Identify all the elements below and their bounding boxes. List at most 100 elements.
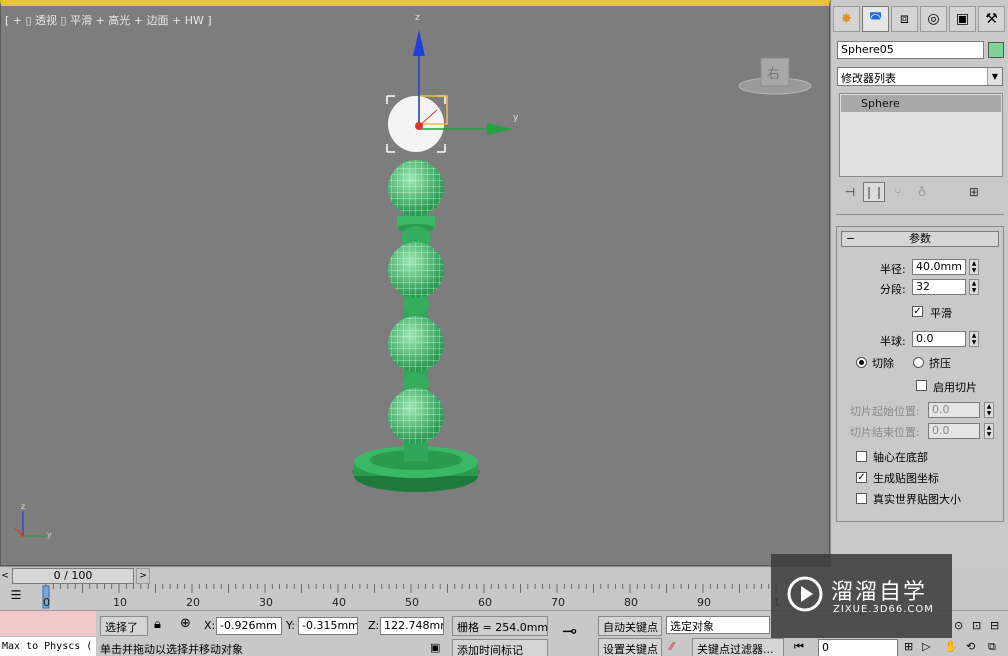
sphere-2[interactable] xyxy=(388,242,444,298)
gen-map-coords-checkbox[interactable]: ✓ xyxy=(856,472,867,483)
axis-tripod: z y x xyxy=(14,502,52,539)
hierarchy-icon[interactable]: ⧈ xyxy=(891,6,918,32)
hemisphere-spinner[interactable]: ▲ ▼ xyxy=(969,331,979,347)
frame-ruler[interactable]: 01020304050607080901 xyxy=(40,584,820,610)
time-slider-thumb[interactable]: 0 / 100 xyxy=(12,568,134,584)
command-panel-tabs: ✸ ◚ ⧈ ◎ ▣ ⚒ xyxy=(833,6,1008,32)
chevron-down-icon: ▼ xyxy=(987,68,1002,85)
segments-spinner[interactable]: ▲ ▼ xyxy=(969,279,979,295)
gizmo-z-label: z xyxy=(415,13,420,23)
motion-icon[interactable]: ◎ xyxy=(920,6,947,32)
selection-status: 选择了 xyxy=(100,616,148,636)
make-unique-icon[interactable]: ⑂ xyxy=(887,182,909,202)
squash-radio[interactable] xyxy=(913,357,924,368)
auto-key-button[interactable]: 自动关键点 xyxy=(598,616,662,636)
key-filters-button[interactable]: 关键点过滤器... xyxy=(692,638,784,656)
zoom-extents-icon[interactable]: ⊡ xyxy=(972,619,981,632)
play-logo-icon xyxy=(787,576,823,612)
watermark-title: 溜溜自学 xyxy=(831,580,928,605)
ruler-label: 40 xyxy=(332,596,346,609)
sphere-3[interactable] xyxy=(388,316,444,372)
x-coord-input[interactable]: -0.926mm xyxy=(216,617,282,635)
show-end-result-icon[interactable]: ❘❘ xyxy=(863,182,885,202)
maxscript-listener[interactable] xyxy=(0,611,96,636)
segments-input[interactable]: 32 xyxy=(912,279,966,295)
viewcube[interactable]: 右 xyxy=(737,52,813,98)
chop-label: 切除 xyxy=(872,357,894,370)
y-label: Y: xyxy=(286,619,295,632)
stack-item-sphere[interactable]: Sphere xyxy=(841,95,1001,112)
set-key-button[interactable]: 设置关键点 xyxy=(598,638,662,656)
display-icon[interactable]: ▣ xyxy=(949,6,976,32)
slice-to-spinner[interactable]: ▲ ▼ xyxy=(984,423,994,439)
create-icon[interactable]: ✸ xyxy=(833,6,860,32)
divider xyxy=(836,214,1004,215)
stack-toolbar: ⊣ ❘❘ ⑂ ♁ ⊞ xyxy=(839,181,1003,203)
sphere-4[interactable] xyxy=(388,388,444,444)
object-name-field[interactable]: Sphere05 xyxy=(837,41,984,59)
squash-label: 挤压 xyxy=(929,357,951,370)
enable-slice-label: 启用切片 xyxy=(933,381,977,394)
selected-objects-dropdown[interactable]: 选定对象 xyxy=(666,616,770,634)
scene-canvas[interactable]: z y z y x xyxy=(1,6,830,566)
modify-icon[interactable]: ◚ xyxy=(862,6,889,32)
z-label: Z: xyxy=(368,619,380,632)
utilities-icon[interactable]: ⚒ xyxy=(978,6,1005,32)
zoom-icon[interactable]: ⊙ xyxy=(954,619,963,632)
chop-radio[interactable] xyxy=(856,357,867,368)
frame-input[interactable]: 0 xyxy=(818,639,898,656)
perspective-viewport[interactable]: [ + ▯ 透视 ▯ 平滑 + 高光 + 边面 + HW ] z y z y x… xyxy=(0,0,830,566)
viewcube-face-label: 右 xyxy=(767,67,780,82)
time-config-icon[interactable]: ⊞ xyxy=(904,640,913,653)
hemisphere-input[interactable]: 0.0 xyxy=(912,331,966,347)
slice-from-spinner[interactable]: ▲ ▼ xyxy=(984,402,994,418)
ruler-label: 50 xyxy=(405,596,419,609)
ruler-label: 60 xyxy=(478,596,492,609)
pin-stack-icon[interactable]: ⊣ xyxy=(839,182,861,202)
slice-from-input[interactable]: 0.0 xyxy=(928,402,980,418)
configure-sets-icon[interactable]: ⊞ xyxy=(963,182,985,202)
time-tag-icon[interactable]: ▣ xyxy=(430,641,440,654)
modifier-stack[interactable]: Sphere xyxy=(839,93,1003,177)
key-mode-icon[interactable]: ⁄⁄ xyxy=(670,640,674,653)
add-time-tag-button[interactable]: 添加时间标记 xyxy=(452,639,548,656)
sphere-1[interactable] xyxy=(388,160,444,216)
hemisphere-label: 半球: xyxy=(880,335,906,348)
curve-editor-icon[interactable]: ☰ xyxy=(4,588,28,606)
go-to-start-icon[interactable]: ⏮ xyxy=(794,640,804,654)
key-icon[interactable]: ⊸ xyxy=(562,621,577,642)
radius-input[interactable]: 40.0mm xyxy=(912,259,966,275)
ruler-label: 90 xyxy=(697,596,711,609)
x-label: X: xyxy=(204,619,216,632)
remove-modifier-icon[interactable]: ♁ xyxy=(911,182,933,202)
smooth-checkbox[interactable]: ✓ xyxy=(912,306,923,317)
tripod-z-label: z xyxy=(21,502,25,511)
slice-to-input[interactable]: 0.0 xyxy=(928,423,980,439)
time-slider-prev[interactable]: < xyxy=(0,569,10,583)
pan-icon[interactable]: ✋ xyxy=(944,640,958,653)
orbit-icon[interactable]: ⟲ xyxy=(966,640,975,653)
slice-to-label: 切片结束位置: xyxy=(850,426,920,439)
real-world-map-checkbox[interactable] xyxy=(856,493,867,504)
modifier-list-dropdown[interactable]: 修改器列表 ▼ xyxy=(837,67,1003,86)
play-icon[interactable]: ▷ xyxy=(922,640,930,653)
absolute-mode-icon[interactable]: ⊕ xyxy=(180,616,191,631)
base-to-pivot-checkbox[interactable] xyxy=(856,451,867,462)
z-coord-input[interactable]: 122.748mm xyxy=(380,617,444,635)
y-coord-input[interactable]: -0.315mm xyxy=(298,617,358,635)
maxscript-mini-listener[interactable]: Max to Physcs ( xyxy=(0,637,96,656)
rollout-header[interactable]: − 参数 xyxy=(841,231,999,247)
time-slider[interactable]: < 0 / 100 > xyxy=(0,566,830,584)
enable-slice-checkbox[interactable] xyxy=(916,380,927,391)
ruler-label: 20 xyxy=(186,596,200,609)
lock-icon[interactable]: 🔒︎ xyxy=(154,617,161,632)
object-color-swatch[interactable] xyxy=(988,42,1004,58)
collapse-icon: − xyxy=(846,232,856,245)
smooth-label: 平滑 xyxy=(930,307,952,320)
time-slider-next[interactable]: > xyxy=(136,568,150,584)
field-of-view-icon[interactable]: ⊟ xyxy=(990,619,999,632)
radius-spinner[interactable]: ▲ ▼ xyxy=(969,259,979,275)
ruler-label: 70 xyxy=(551,596,565,609)
ruler-label: 10 xyxy=(113,596,127,609)
maximize-viewport-icon[interactable]: ⧉ xyxy=(988,640,996,654)
